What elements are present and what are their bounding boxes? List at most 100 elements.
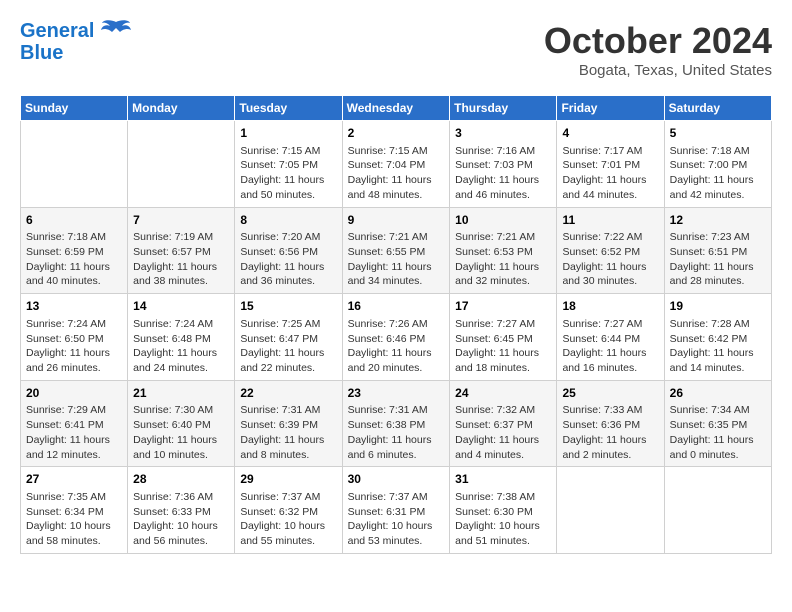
month-title: October 2024 <box>544 20 772 62</box>
day-info: Sunrise: 7:28 AM Sunset: 6:42 PM Dayligh… <box>670 317 766 376</box>
location-subtitle: Bogata, Texas, United States <box>544 62 772 79</box>
calendar-day-cell: 18 Sunrise: 7:27 AM Sunset: 6:44 PM Dayli… <box>557 294 664 381</box>
page-header: General Blue October 2024 Bogata, Texas,… <box>20 20 772 79</box>
calendar-day-cell: 9Sunrise: 7:21 AM Sunset: 6:55 PM Daylig… <box>342 207 450 294</box>
calendar-day-cell: 2Sunrise: 7:15 AM Sunset: 7:04 PM Daylig… <box>342 121 450 208</box>
calendar-day-cell: 22Sunrise: 7:31 AM Sunset: 6:39 PM Dayli… <box>235 380 342 467</box>
calendar-week-3: 13 Sunrise: 7:24 AM Sunset: 6:50 PM Dayli… <box>21 294 772 381</box>
day-info: Sunrise: 7:32 AM Sunset: 6:37 PM Dayligh… <box>455 403 551 462</box>
calendar-day-cell: 4 Sunrise: 7:17 AM Sunset: 7:01 PM Daylig… <box>557 121 664 208</box>
day-number: 24 <box>455 385 551 402</box>
day-info: Sunrise: 7:16 AM Sunset: 7:03 PM Dayligh… <box>455 144 551 203</box>
day-number: 2 <box>348 125 445 142</box>
day-number: 10 <box>455 212 551 229</box>
day-info: Sunrise: 7:18 AM Sunset: 6:59 PM Dayligh… <box>26 230 122 289</box>
calendar-day-cell: 7Sunrise: 7:19 AM Sunset: 6:57 PM Daylig… <box>128 207 235 294</box>
calendar-day-cell: 23Sunrise: 7:31 AM Sunset: 6:38 PM Dayli… <box>342 380 450 467</box>
day-info: Sunrise: 7:17 AM Sunset: 7:01 PM Dayligh… <box>562 144 658 203</box>
calendar-table: SundayMondayTuesdayWednesdayThursdayFrid… <box>20 95 772 554</box>
day-info: Sunrise: 7:23 AM Sunset: 6:51 PM Dayligh… <box>670 230 766 289</box>
logo-text: General Blue <box>20 20 94 64</box>
day-number: 20 <box>26 385 122 402</box>
calendar-day-cell: 5 Sunrise: 7:18 AM Sunset: 7:00 PM Daylig… <box>664 121 771 208</box>
weekday-header-wednesday: Wednesday <box>342 96 450 121</box>
day-number: 22 <box>240 385 336 402</box>
calendar-day-cell: 11Sunrise: 7:22 AM Sunset: 6:52 PM Dayli… <box>557 207 664 294</box>
day-info: Sunrise: 7:15 AM Sunset: 7:05 PM Dayligh… <box>240 144 336 203</box>
day-number: 13 <box>26 298 122 315</box>
calendar-day-cell: 28 Sunrise: 7:36 AM Sunset: 6:33 PM Dayli… <box>128 467 235 554</box>
bird-icon <box>100 18 132 46</box>
day-number: 25 <box>562 385 658 402</box>
day-info: Sunrise: 7:21 AM Sunset: 6:53 PM Dayligh… <box>455 230 551 289</box>
calendar-day-cell: 3 Sunrise: 7:16 AM Sunset: 7:03 PM Daylig… <box>450 121 557 208</box>
day-number: 27 <box>26 471 122 488</box>
day-number: 7 <box>133 212 229 229</box>
day-number: 18 <box>562 298 658 315</box>
day-info: Sunrise: 7:31 AM Sunset: 6:39 PM Dayligh… <box>240 403 336 462</box>
day-info: Sunrise: 7:38 AM Sunset: 6:30 PM Dayligh… <box>455 490 551 549</box>
calendar-day-cell: 17Sunrise: 7:27 AM Sunset: 6:45 PM Dayli… <box>450 294 557 381</box>
calendar-day-cell: 15Sunrise: 7:25 AM Sunset: 6:47 PM Dayli… <box>235 294 342 381</box>
weekday-header-row: SundayMondayTuesdayWednesdayThursdayFrid… <box>21 96 772 121</box>
day-info: Sunrise: 7:22 AM Sunset: 6:52 PM Dayligh… <box>562 230 658 289</box>
calendar-body: 1 Sunrise: 7:15 AM Sunset: 7:05 PM Daylig… <box>21 121 772 554</box>
calendar-day-cell: 20Sunrise: 7:29 AM Sunset: 6:41 PM Dayli… <box>21 380 128 467</box>
day-info: Sunrise: 7:24 AM Sunset: 6:48 PM Dayligh… <box>133 317 229 376</box>
day-info: Sunrise: 7:31 AM Sunset: 6:38 PM Dayligh… <box>348 403 445 462</box>
day-number: 12 <box>670 212 766 229</box>
weekday-header-monday: Monday <box>128 96 235 121</box>
day-number: 9 <box>348 212 445 229</box>
weekday-header-tuesday: Tuesday <box>235 96 342 121</box>
day-info: Sunrise: 7:20 AM Sunset: 6:56 PM Dayligh… <box>240 230 336 289</box>
day-number: 21 <box>133 385 229 402</box>
calendar-header: SundayMondayTuesdayWednesdayThursdayFrid… <box>21 96 772 121</box>
day-info: Sunrise: 7:33 AM Sunset: 6:36 PM Dayligh… <box>562 403 658 462</box>
day-info: Sunrise: 7:27 AM Sunset: 6:45 PM Dayligh… <box>455 317 551 376</box>
day-number: 1 <box>240 125 336 142</box>
weekday-header-sunday: Sunday <box>21 96 128 121</box>
day-number: 28 <box>133 471 229 488</box>
day-info: Sunrise: 7:35 AM Sunset: 6:34 PM Dayligh… <box>26 490 122 549</box>
calendar-day-cell <box>664 467 771 554</box>
day-number: 5 <box>670 125 766 142</box>
day-number: 19 <box>670 298 766 315</box>
day-info: Sunrise: 7:26 AM Sunset: 6:46 PM Dayligh… <box>348 317 445 376</box>
day-number: 23 <box>348 385 445 402</box>
calendar-day-cell: 24Sunrise: 7:32 AM Sunset: 6:37 PM Dayli… <box>450 380 557 467</box>
day-info: Sunrise: 7:27 AM Sunset: 6:44 PM Dayligh… <box>562 317 658 376</box>
day-info: Sunrise: 7:24 AM Sunset: 6:50 PM Dayligh… <box>26 317 122 376</box>
calendar-day-cell: 25Sunrise: 7:33 AM Sunset: 6:36 PM Dayli… <box>557 380 664 467</box>
calendar-week-2: 6Sunrise: 7:18 AM Sunset: 6:59 PM Daylig… <box>21 207 772 294</box>
day-number: 31 <box>455 471 551 488</box>
calendar-week-5: 27 Sunrise: 7:35 AM Sunset: 6:34 PM Dayli… <box>21 467 772 554</box>
calendar-day-cell: 14Sunrise: 7:24 AM Sunset: 6:48 PM Dayli… <box>128 294 235 381</box>
day-info: Sunrise: 7:18 AM Sunset: 7:00 PM Dayligh… <box>670 144 766 203</box>
calendar-day-cell: 31 Sunrise: 7:38 AM Sunset: 6:30 PM Dayli… <box>450 467 557 554</box>
day-number: 11 <box>562 212 658 229</box>
calendar-week-4: 20Sunrise: 7:29 AM Sunset: 6:41 PM Dayli… <box>21 380 772 467</box>
calendar-day-cell: 10Sunrise: 7:21 AM Sunset: 6:53 PM Dayli… <box>450 207 557 294</box>
day-info: Sunrise: 7:36 AM Sunset: 6:33 PM Dayligh… <box>133 490 229 549</box>
calendar-week-1: 1 Sunrise: 7:15 AM Sunset: 7:05 PM Daylig… <box>21 121 772 208</box>
day-info: Sunrise: 7:21 AM Sunset: 6:55 PM Dayligh… <box>348 230 445 289</box>
day-info: Sunrise: 7:37 AM Sunset: 6:32 PM Dayligh… <box>240 490 336 549</box>
calendar-day-cell: 19 Sunrise: 7:28 AM Sunset: 6:42 PM Dayli… <box>664 294 771 381</box>
calendar-day-cell: 21Sunrise: 7:30 AM Sunset: 6:40 PM Dayli… <box>128 380 235 467</box>
calendar-day-cell <box>557 467 664 554</box>
day-number: 26 <box>670 385 766 402</box>
day-number: 3 <box>455 125 551 142</box>
calendar-day-cell <box>21 121 128 208</box>
day-info: Sunrise: 7:25 AM Sunset: 6:47 PM Dayligh… <box>240 317 336 376</box>
calendar-day-cell: 26Sunrise: 7:34 AM Sunset: 6:35 PM Dayli… <box>664 380 771 467</box>
weekday-header-saturday: Saturday <box>664 96 771 121</box>
day-number: 30 <box>348 471 445 488</box>
day-number: 6 <box>26 212 122 229</box>
day-number: 4 <box>562 125 658 142</box>
title-section: October 2024 Bogata, Texas, United State… <box>544 20 772 79</box>
day-number: 16 <box>348 298 445 315</box>
calendar-day-cell: 16 Sunrise: 7:26 AM Sunset: 6:46 PM Dayli… <box>342 294 450 381</box>
logo: General Blue <box>20 20 132 64</box>
calendar-day-cell <box>128 121 235 208</box>
calendar-day-cell: 13 Sunrise: 7:24 AM Sunset: 6:50 PM Dayli… <box>21 294 128 381</box>
